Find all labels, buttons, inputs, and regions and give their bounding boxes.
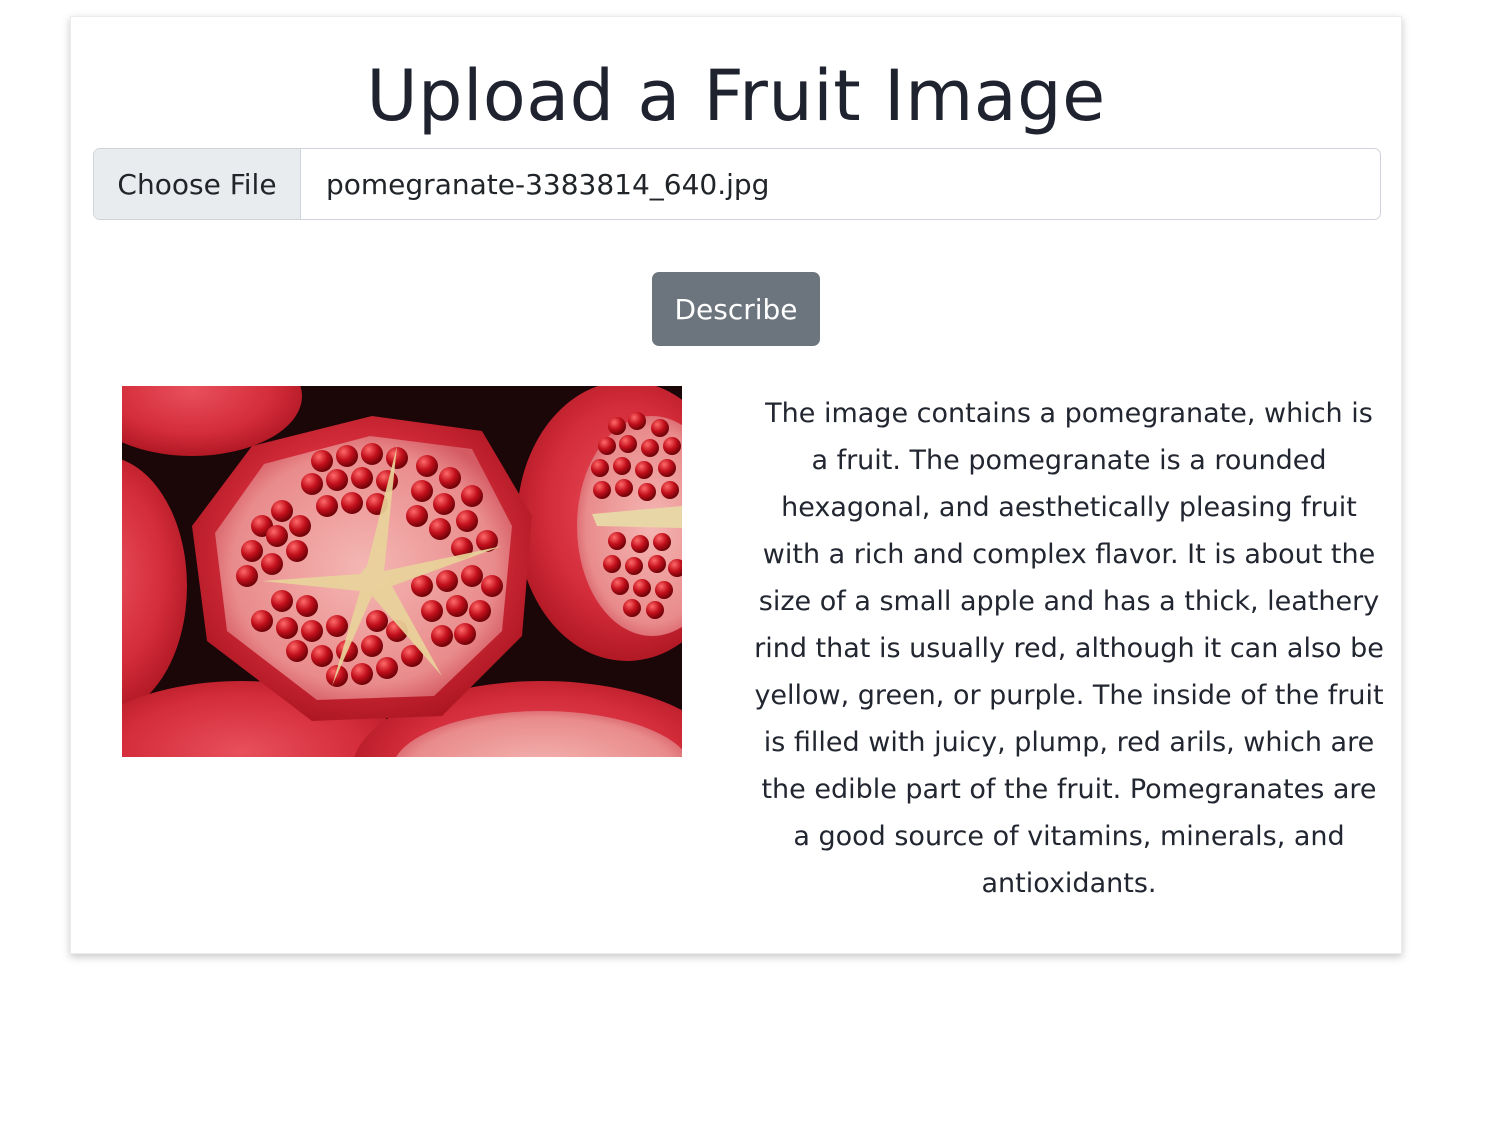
page-title: Upload a Fruit Image — [366, 55, 1106, 137]
describe-button[interactable]: Describe — [652, 272, 820, 346]
file-input[interactable]: Choose File pomegranate-3383814_640.jpg — [93, 148, 1381, 220]
fruit-description: The image contains a pomegranate, which … — [754, 398, 1384, 899]
pomegranate-photo-icon — [122, 386, 682, 757]
upload-card: Upload a Fruit Image Choose File pomegra… — [70, 16, 1402, 954]
choose-file-button[interactable]: Choose File — [94, 149, 301, 219]
selected-file-name: pomegranate-3383814_640.jpg — [326, 167, 770, 201]
fruit-image — [122, 386, 682, 757]
